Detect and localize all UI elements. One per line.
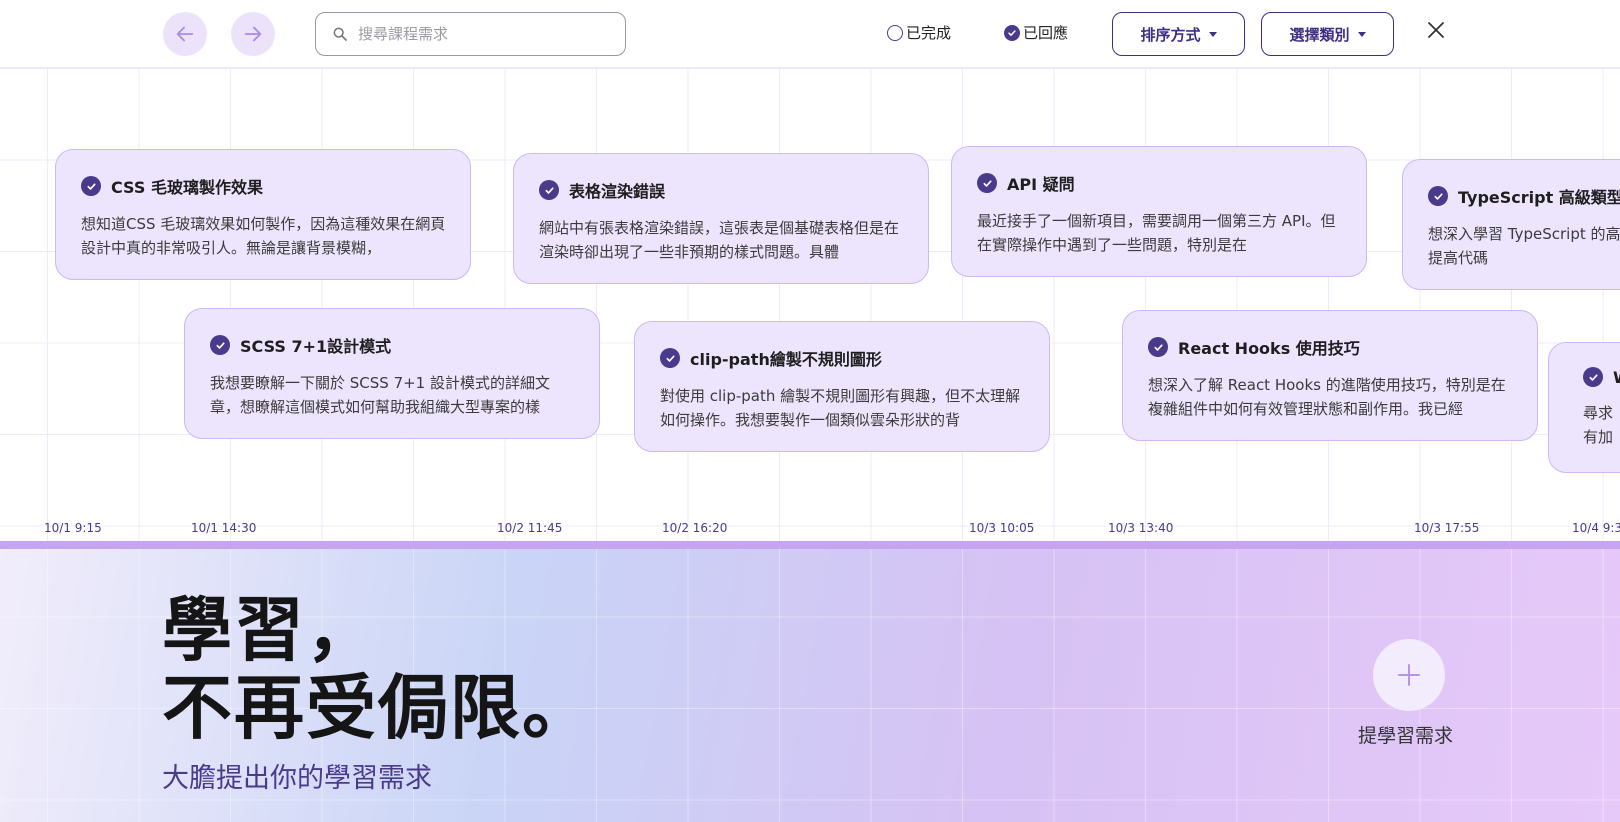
add-request-label[interactable]: 提學習需求 <box>1358 721 1453 748</box>
request-card[interactable]: React Hooks 使用技巧 想深入了解 React Hooks 的進階使用… <box>1122 310 1538 441</box>
filter-responded-label: 已回應 <box>1023 24 1069 42</box>
check-circle-icon <box>1428 186 1448 206</box>
card-title: React Hooks 使用技巧 <box>1178 339 1360 358</box>
request-card[interactable]: 表格渲染錯誤 網站中有張表格渲染錯誤，這張表是個基礎表格但是在渲染時卻出現了一些… <box>513 153 929 284</box>
timeline-tick: 10/3 10:05 <box>969 521 1035 535</box>
hero-section: 學習， 不再受侷限。 大膽提出你的學習需求 提學習需求 <box>0 549 1620 822</box>
filter-completed[interactable]: 已完成 <box>887 22 951 43</box>
category-dropdown[interactable]: 選擇類別 <box>1261 12 1394 56</box>
radio-unchecked-icon <box>887 24 903 41</box>
request-card[interactable]: clip-path繪製不規則圖形 對使用 clip-path 繪製不規則圖形有興… <box>634 321 1050 452</box>
arrow-left-icon <box>176 26 194 42</box>
card-body: 我想要瞭解一下關於 SCSS 7+1 設計模式的詳細文章，想瞭解這個模式如何幫助… <box>210 374 550 416</box>
card-body: 尋求有加載時 <box>1583 404 1614 446</box>
card-title: API 疑問 <box>1007 175 1075 194</box>
timeline-tick: 10/2 16:20 <box>662 521 728 535</box>
add-request-button[interactable] <box>1373 639 1445 711</box>
check-circle-icon <box>210 335 230 355</box>
check-circle-icon <box>81 176 101 196</box>
card-body: 想深入學習 TypeScript 的高級類型、映射類型等，以提高代碼 <box>1428 225 1620 267</box>
arrow-right-icon <box>244 26 262 42</box>
search-box[interactable] <box>315 12 626 56</box>
hero-title-line1: 學習， <box>162 589 378 671</box>
check-circle-icon <box>539 180 559 200</box>
radio-checked-icon <box>1004 24 1020 41</box>
filter-completed-label: 已完成 <box>906 24 952 42</box>
chevron-down-icon <box>1357 31 1366 37</box>
timeline-tick: 10/1 9:15 <box>44 521 102 535</box>
chevron-down-icon <box>1208 31 1217 37</box>
plus-icon <box>1398 664 1420 686</box>
hero-title-line2: 不再受侷限。 <box>162 667 594 749</box>
close-icon[interactable] <box>1426 20 1446 40</box>
search-input[interactable] <box>358 25 598 43</box>
card-title: clip-path繪製不規則圖形 <box>690 350 882 369</box>
card-title: SCSS 7+1設計模式 <box>240 337 392 356</box>
timeline-tick: 10/3 17:55 <box>1414 521 1480 535</box>
top-bar: 已完成 已回應 排序方式 選擇類別 <box>0 0 1620 68</box>
check-circle-icon <box>660 348 680 368</box>
hero-subtitle: 大膽提出你的學習需求 <box>162 763 432 794</box>
card-body: 網站中有張表格渲染錯誤，這張表是個基礎表格但是在渲染時卻出現了一些非預期的樣式問… <box>539 219 900 261</box>
timeline-tick: 10/1 14:30 <box>191 521 257 535</box>
hero-title: 學習， 不再受侷限。 <box>162 591 594 747</box>
timeline-tick: 10/4 9:30 <box>1572 521 1620 535</box>
card-title: 表格渲染錯誤 <box>569 182 666 201</box>
check-circle-icon <box>1583 367 1603 387</box>
timeline-tick: 10/2 11:45 <box>497 521 563 535</box>
timeline-bar <box>0 541 1620 549</box>
check-circle-icon <box>1148 337 1168 357</box>
sort-label: 排序方式 <box>1140 25 1201 44</box>
next-button[interactable] <box>231 12 275 56</box>
timeline-tick: 10/3 13:40 <box>1108 521 1174 535</box>
card-title: TypeScript 高級類型技巧 <box>1458 188 1620 207</box>
card-title: CSS 毛玻璃製作效果 <box>111 178 263 197</box>
sort-dropdown[interactable]: 排序方式 <box>1112 12 1245 56</box>
card-body: 想深入了解 React Hooks 的進階使用技巧，特別是在複雜組件中如何有效管… <box>1148 376 1506 418</box>
request-card[interactable]: W 尋求有加載時 <box>1548 342 1620 473</box>
search-icon <box>333 27 347 41</box>
request-card[interactable]: SCSS 7+1設計模式 我想要瞭解一下關於 SCSS 7+1 設計模式的詳細文… <box>184 308 600 439</box>
category-label: 選擇類別 <box>1289 25 1350 44</box>
check-circle-icon <box>977 173 997 193</box>
card-body: 想知道CSS 毛玻璃效果如何製作，因為這種效果在網頁設計中真的非常吸引人。無論是… <box>81 215 446 257</box>
request-card[interactable]: CSS 毛玻璃製作效果 想知道CSS 毛玻璃效果如何製作，因為這種效果在網頁設計… <box>55 149 471 280</box>
prev-button[interactable] <box>163 12 207 56</box>
request-card[interactable]: TypeScript 高級類型技巧 想深入學習 TypeScript 的高級類型… <box>1402 159 1620 290</box>
timeline[interactable]: CSS 毛玻璃製作效果 想知道CSS 毛玻璃效果如何製作，因為這種效果在網頁設計… <box>0 68 1620 541</box>
card-body: 最近接手了一個新項目，需要調用一個第三方 API。但在實際操作中遇到了一些問題，… <box>977 212 1336 254</box>
request-card[interactable]: API 疑問 最近接手了一個新項目，需要調用一個第三方 API。但在實際操作中遇… <box>951 146 1367 277</box>
filter-responded[interactable]: 已回應 <box>1004 22 1068 43</box>
card-body: 對使用 clip-path 繪製不規則圖形有興趣，但不太理解如何操作。我想要製作… <box>660 387 1021 429</box>
card-title: W <box>1613 368 1620 387</box>
